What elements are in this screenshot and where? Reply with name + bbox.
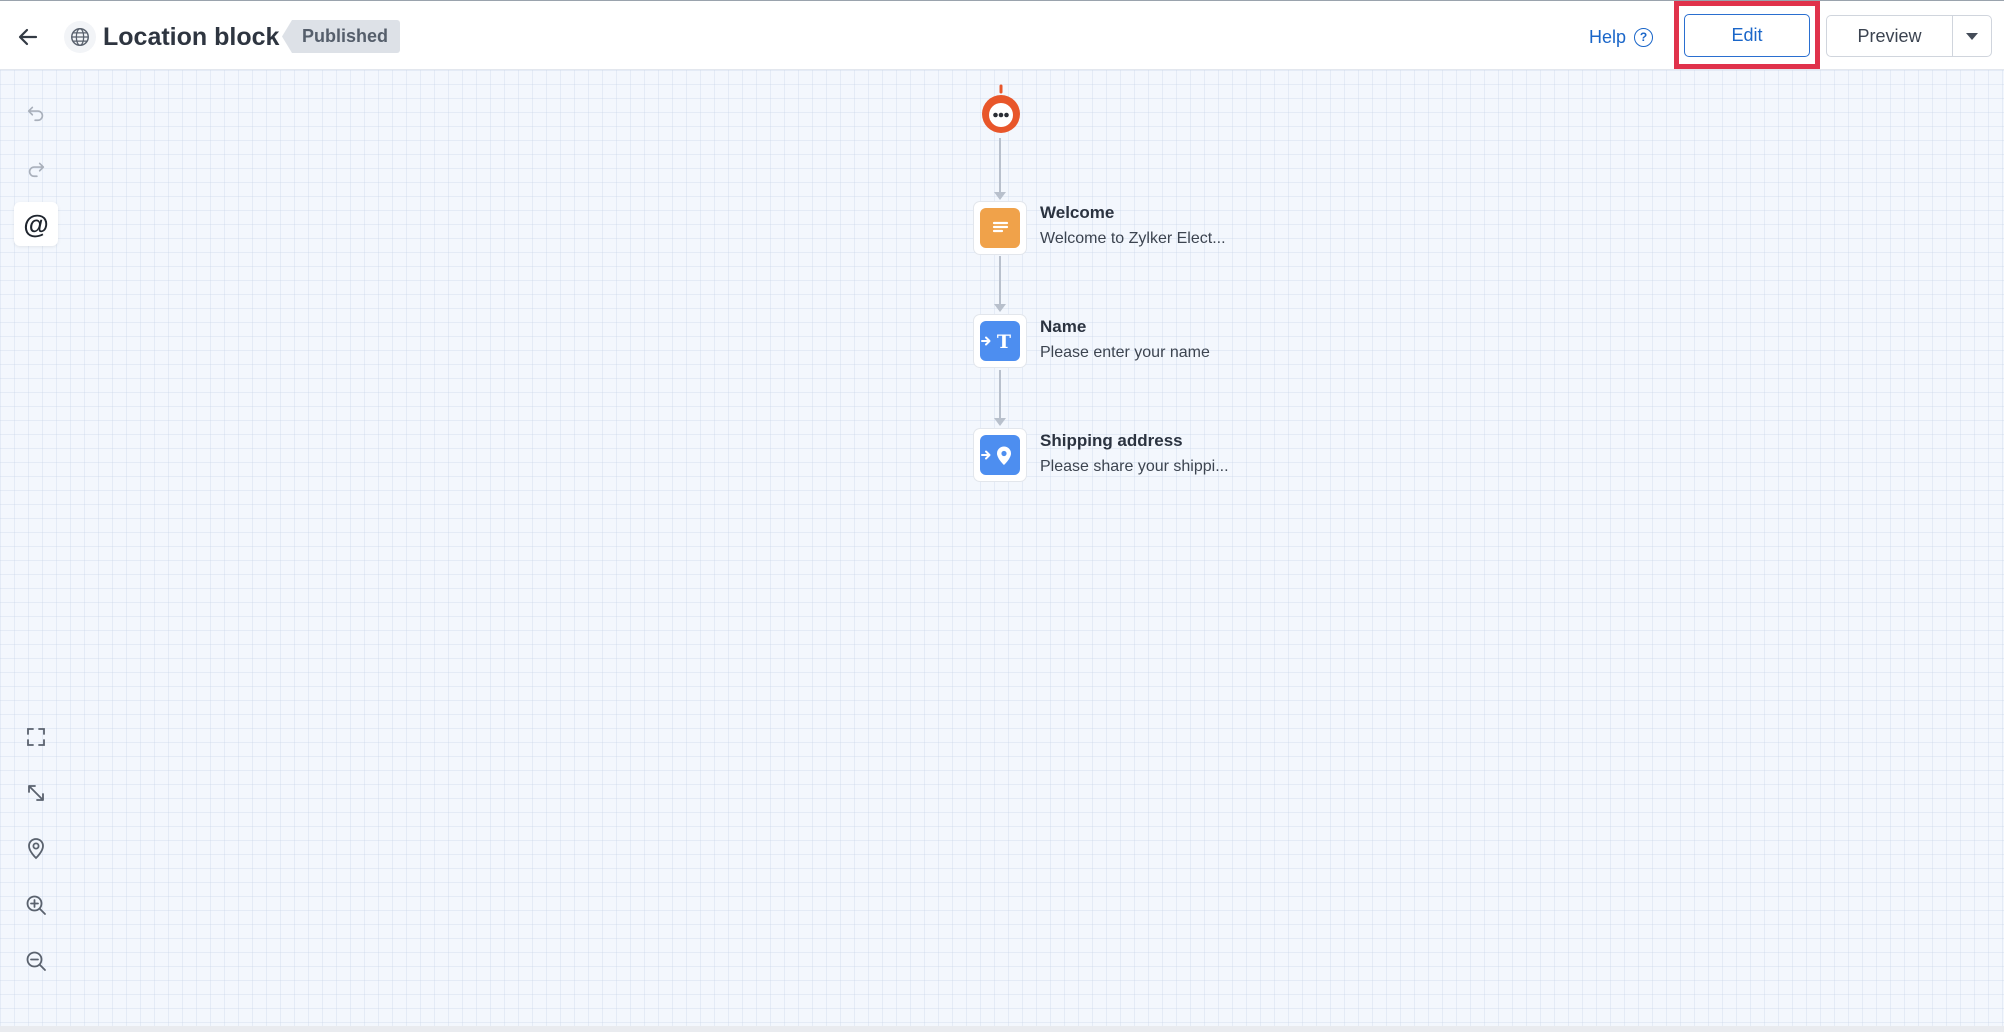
- fit-screen-icon: [27, 728, 45, 746]
- question-circle-icon: ?: [1634, 27, 1654, 47]
- svg-text:T: T: [997, 331, 1011, 353]
- expand-button[interactable]: [14, 771, 58, 815]
- expand-arrows-icon: [28, 785, 44, 801]
- at-sign-icon: @: [23, 208, 49, 239]
- shipping-address-node-subtitle: Please share your shippi...: [1040, 458, 1229, 475]
- bot-start-node[interactable]: [979, 84, 1023, 136]
- arrow-left-icon: [18, 28, 38, 46]
- shipping-address-node-title: Shipping address: [1040, 431, 1183, 450]
- edit-button[interactable]: Edit: [1684, 14, 1810, 57]
- connector-arrow: [994, 192, 1006, 200]
- zoom-in-icon: [26, 895, 46, 915]
- back-button[interactable]: [10, 19, 46, 55]
- connector-line: [999, 370, 1001, 418]
- globe-icon: [64, 21, 96, 53]
- preview-button[interactable]: Preview: [1826, 15, 1952, 57]
- name-node-title: Name: [1040, 317, 1087, 336]
- top-bar: Location block Published Help ? Edit Pre…: [0, 0, 2004, 70]
- location-input-icon: [980, 435, 1020, 475]
- page-title: Location block: [103, 23, 280, 51]
- bot-icon: [982, 84, 1020, 133]
- welcome-node-title: Welcome: [1040, 203, 1115, 222]
- name-node[interactable]: T: [973, 314, 1027, 368]
- welcome-node-subtitle: Welcome to Zylker Elect...: [1040, 230, 1226, 247]
- preview-dropdown-button[interactable]: [1952, 15, 1992, 57]
- redo-button[interactable]: [14, 146, 58, 190]
- message-icon: [980, 208, 1020, 248]
- connector-line: [999, 256, 1001, 304]
- welcome-node[interactable]: [973, 201, 1027, 255]
- locate-button[interactable]: [14, 827, 58, 871]
- connector-line: [999, 138, 1001, 192]
- help-label: Help: [1589, 26, 1627, 47]
- mention-button[interactable]: @: [14, 202, 58, 246]
- status-badge: Published: [282, 20, 401, 53]
- connector-arrow: [994, 304, 1006, 312]
- help-link[interactable]: Help ?: [1589, 22, 1654, 52]
- zoom-out-icon: [26, 951, 46, 971]
- shipping-address-node[interactable]: [973, 428, 1027, 482]
- undo-icon: [27, 106, 44, 122]
- name-node-subtitle: Please enter your name: [1040, 344, 1210, 361]
- redo-icon: [28, 162, 45, 178]
- undo-button[interactable]: [14, 90, 58, 134]
- text-input-icon: T: [980, 321, 1020, 361]
- bottom-strip: [0, 1026, 2004, 1032]
- caret-down-icon: [1966, 32, 1978, 40]
- zoom-in-button[interactable]: [14, 883, 58, 927]
- fit-screen-button[interactable]: [14, 715, 58, 759]
- connector-arrow: [994, 418, 1006, 426]
- zoom-out-button[interactable]: [14, 939, 58, 983]
- location-pin-icon: [28, 838, 44, 860]
